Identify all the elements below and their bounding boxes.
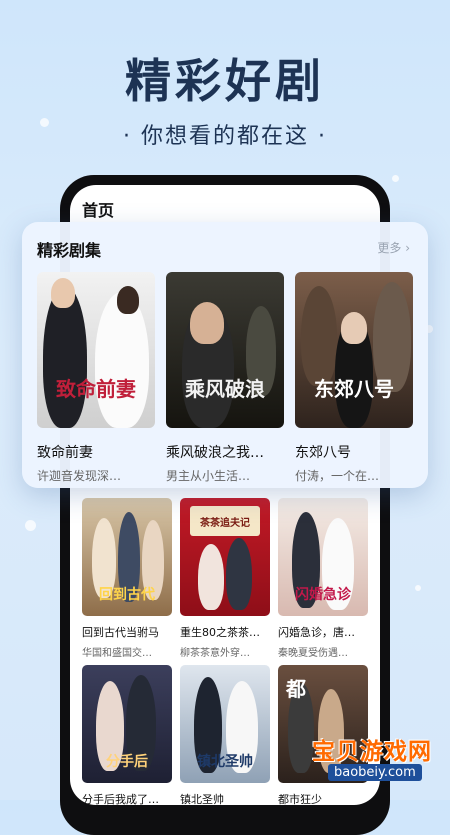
featured-drama-card[interactable]: 致命前妻 致命前妻 许迦音发现深… — [37, 272, 155, 484]
poster-title: 都 — [286, 677, 306, 701]
drama-poster: 茶茶追夫记 — [180, 498, 270, 616]
drama-poster: 闪婚急诊 — [278, 498, 368, 616]
site-watermark: 宝贝游戏网 baobeiy.com — [300, 730, 450, 800]
poster-title: 茶茶追夫记 — [200, 518, 250, 529]
poster-title: 致命前妻 — [56, 377, 136, 401]
drama-poster: 回到古代 — [82, 498, 172, 616]
drama-card[interactable]: 闪婚急诊 闪婚急诊，唐… 秦晚夏受伤遇… — [278, 498, 368, 659]
more-link[interactable]: 更多 › — [377, 239, 410, 256]
drama-title: 镇北圣帅 — [180, 793, 224, 805]
poster-title: 乘风破浪 — [185, 377, 265, 401]
drama-title: 回到古代当驸马 — [82, 626, 159, 639]
poster-title: 分手后 — [106, 754, 148, 770]
poster-title: 东郊八号 — [314, 377, 394, 401]
poster-title: 镇北圣帅 — [197, 754, 253, 770]
drama-poster: 东郊八号 — [295, 272, 413, 428]
decor-bubble — [25, 520, 36, 531]
drama-description: 男主从小生活… — [166, 469, 251, 483]
section-title: 精彩剧集 — [37, 241, 102, 260]
drama-description: 秦晚夏受伤遇… — [278, 648, 348, 659]
watermark-text: 宝贝游戏网 — [312, 739, 432, 765]
drama-description: 许迦音发现深… — [37, 469, 122, 483]
drama-poster: 分手后 — [82, 665, 172, 783]
drama-description: 付涛，一个在… — [295, 469, 380, 483]
drama-title: 乘风破浪之我… — [166, 445, 264, 461]
page-title: 首页 — [82, 201, 115, 220]
drama-card[interactable]: 镇北圣帅 镇北圣帅 — [180, 665, 270, 805]
drama-card[interactable]: 分手后 分手后我成了… — [82, 665, 172, 805]
drama-title: 分手后我成了… — [82, 793, 159, 805]
decor-bubble — [415, 585, 421, 591]
drama-card[interactable]: 回到古代 回到古代当驸马 华国和盛国交… — [82, 498, 172, 659]
poster-title: 回到古代 — [99, 587, 155, 603]
poster-title: 闪婚急诊 — [295, 587, 351, 603]
drama-title: 重生80之茶茶… — [180, 626, 260, 639]
featured-drama-card[interactable]: 乘风破浪 乘风破浪之我… 男主从小生活… — [166, 272, 284, 484]
drama-title: 闪婚急诊，唐… — [278, 626, 355, 639]
decor-bubble — [392, 175, 399, 182]
drama-title: 东郊八号 — [295, 445, 351, 461]
drama-description: 柳茶茶意外穿… — [180, 648, 250, 659]
drama-title: 致命前妻 — [37, 445, 93, 461]
drama-poster: 乘风破浪 — [166, 272, 284, 428]
drama-poster: 致命前妻 — [37, 272, 155, 428]
drama-poster: 镇北圣帅 — [180, 665, 270, 783]
hero-title: 精彩好剧 — [125, 54, 325, 108]
featured-drama-card[interactable]: 东郊八号 东郊八号 付涛，一个在… — [295, 272, 413, 484]
drama-card[interactable]: 茶茶追夫记 重生80之茶茶… 柳茶茶意外穿… — [180, 498, 270, 659]
drama-description: 华国和盛国交… — [82, 648, 152, 659]
watermark-url: baobeiy.com — [328, 764, 422, 781]
hero-subtitle: · 你想看的都在这 · — [123, 124, 327, 149]
featured-section: 精彩剧集 更多 › 致命前妻 致命前妻 许迦音发现深… 乘风破浪 乘风破浪之我…… — [22, 222, 428, 488]
